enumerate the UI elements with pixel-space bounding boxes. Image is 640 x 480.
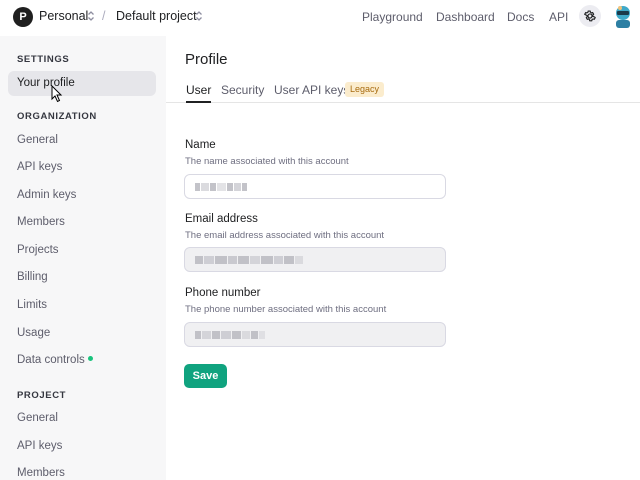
sidebar-item-org-members[interactable]: Members	[8, 210, 156, 235]
phone-field[interactable]	[184, 322, 446, 347]
org-avatar[interactable]: P	[13, 7, 33, 27]
sidebar-section-organization: ORGANIZATION	[17, 111, 97, 122]
chevron-up-down-icon[interactable]	[195, 10, 203, 22]
sidebar: SETTINGS Your profile ORGANIZATION Gener…	[0, 36, 166, 480]
phone-help-text: The phone number associated with this ac…	[185, 304, 387, 315]
main-content: Profile User Security User API keys Lega…	[166, 36, 640, 480]
nav-docs[interactable]: Docs	[507, 10, 534, 24]
sidebar-item-project-api-keys[interactable]: API keys	[8, 434, 156, 459]
sidebar-section-project: PROJECT	[17, 390, 67, 401]
legacy-badge: Legacy	[345, 82, 385, 97]
sidebar-item-data-controls[interactable]: Data controls	[8, 348, 156, 373]
profile-tabs: User Security User API keys Legacy	[166, 80, 640, 103]
project-switcher[interactable]: Default project	[116, 9, 197, 23]
gear-icon	[584, 10, 596, 22]
sidebar-item-org-api-keys[interactable]: API keys	[8, 155, 156, 180]
sidebar-item-label: Data controls	[17, 354, 85, 366]
redacted-value	[195, 183, 247, 191]
breadcrumb-separator: /	[102, 9, 106, 23]
sidebar-item-limits[interactable]: Limits	[8, 293, 156, 318]
redacted-value	[195, 256, 303, 264]
email-help-text: The email address associated with this a…	[185, 230, 385, 241]
tab-user[interactable]: User	[186, 83, 212, 103]
email-label: Email address	[185, 213, 258, 225]
sidebar-item-project-members[interactable]: Members	[8, 461, 156, 480]
page-title: Profile	[185, 51, 228, 68]
sidebar-item-org-general[interactable]: General	[8, 128, 156, 153]
settings-button[interactable]	[579, 5, 601, 27]
sidebar-item-your-profile[interactable]: Your profile	[8, 71, 156, 96]
name-label: Name	[185, 139, 216, 151]
sidebar-item-usage[interactable]: Usage	[8, 321, 156, 346]
redacted-value	[195, 331, 265, 339]
sidebar-item-projects[interactable]: Projects	[8, 238, 156, 263]
save-button[interactable]: Save	[184, 364, 227, 388]
mouse-cursor-icon	[51, 84, 63, 103]
top-bar: P Personal / Default project Playground …	[0, 0, 640, 36]
nav-playground[interactable]: Playground	[362, 10, 423, 24]
sidebar-section-settings: SETTINGS	[17, 54, 70, 65]
sidebar-item-project-general[interactable]: General	[8, 406, 156, 431]
nav-dashboard[interactable]: Dashboard	[436, 10, 495, 24]
email-field[interactable]	[184, 247, 446, 272]
name-field[interactable]	[184, 174, 446, 199]
user-avatar[interactable]	[613, 4, 633, 28]
sidebar-item-admin-keys[interactable]: Admin keys	[8, 183, 156, 208]
phone-label: Phone number	[185, 287, 261, 299]
tab-security[interactable]: Security	[221, 83, 264, 103]
nav-api[interactable]: API	[549, 10, 568, 24]
tab-user-api-keys[interactable]: User API keys	[274, 83, 349, 103]
chevron-up-down-icon[interactable]	[87, 10, 95, 22]
org-switcher[interactable]: Personal	[39, 9, 88, 23]
status-dot	[87, 356, 93, 362]
name-help-text: The name associated with this account	[185, 156, 349, 167]
sidebar-item-billing[interactable]: Billing	[8, 265, 156, 290]
